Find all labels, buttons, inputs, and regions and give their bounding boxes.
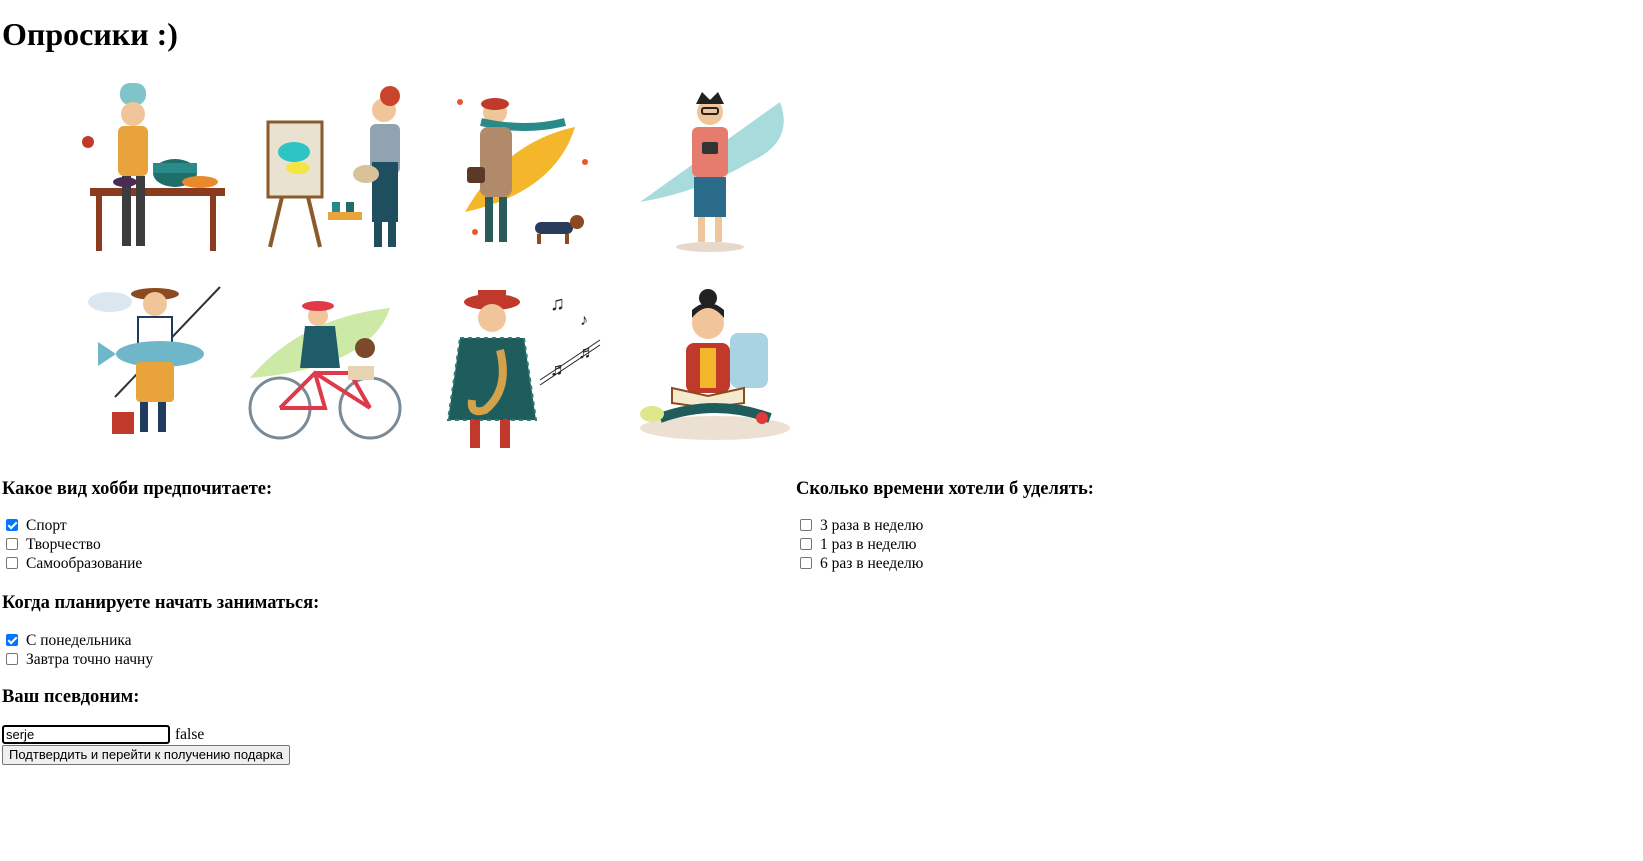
option-label: С понедельника (26, 632, 132, 649)
svg-text:♫: ♫ (550, 293, 565, 315)
hobby-option-sport[interactable]: Спорт (0, 516, 67, 535)
nickname-input[interactable] (2, 725, 170, 744)
option-label: Самообразование (26, 555, 143, 572)
checkbox[interactable] (6, 652, 18, 665)
option-label: 6 раз в нееделю (820, 555, 924, 572)
hobby-question-heading: Какое вид хобби предпочитаете: (2, 479, 273, 499)
saxophonist-icon: ♫ ♪ ♬ ♬ (440, 280, 610, 460)
svg-text:♪: ♪ (580, 312, 588, 329)
painter-easel-icon (262, 82, 432, 262)
submit-button[interactable]: Подтвердить и перейти к получению подарк… (2, 745, 291, 765)
cyclist-icon (240, 278, 410, 458)
start-option-tomorrow[interactable]: Завтра точно начну (0, 650, 153, 669)
option-label: Творчество (26, 536, 101, 553)
autumn-walk-dog-icon (445, 82, 615, 262)
checkbox[interactable] (6, 518, 18, 531)
nickname-heading: Ваш псевдоним: (2, 687, 140, 707)
time-question-heading: Сколько времени хотели б уделять: (796, 479, 1094, 499)
checkbox[interactable] (6, 537, 18, 550)
svg-text:♬: ♬ (550, 359, 568, 379)
start-question-heading: Когда планируете начать заниматься: (2, 593, 320, 613)
start-option-monday[interactable]: С понедельника (0, 631, 132, 650)
checkbox[interactable] (800, 556, 812, 569)
hobby-option-self-education[interactable]: Самообразование (0, 554, 142, 573)
checkbox[interactable] (800, 518, 812, 531)
page-title: Опросики :) (2, 16, 178, 52)
time-option-6-per-week[interactable]: 6 раз в нееделю (794, 554, 923, 573)
svg-text:♬: ♬ (578, 342, 596, 362)
photographer-icon (630, 82, 800, 262)
fisherman-icon (70, 272, 240, 452)
checkbox[interactable] (6, 556, 18, 569)
validation-flag: false (175, 726, 205, 743)
hobby-option-creativity[interactable]: Творчество (0, 535, 101, 554)
time-option-1-per-week[interactable]: 1 раз в неделю (794, 535, 917, 554)
checkbox[interactable] (800, 537, 812, 550)
option-label: 3 раза в неделю (820, 517, 924, 534)
option-label: Завтра точно начну (26, 651, 154, 668)
checkbox[interactable] (6, 633, 18, 646)
reading-girl-icon (630, 278, 800, 458)
option-label: Спорт (26, 517, 67, 534)
option-label: 1 раз в неделю (820, 536, 917, 553)
time-option-3-per-week[interactable]: 3 раза в неделю (794, 516, 923, 535)
chef-cooking-icon (70, 78, 240, 258)
